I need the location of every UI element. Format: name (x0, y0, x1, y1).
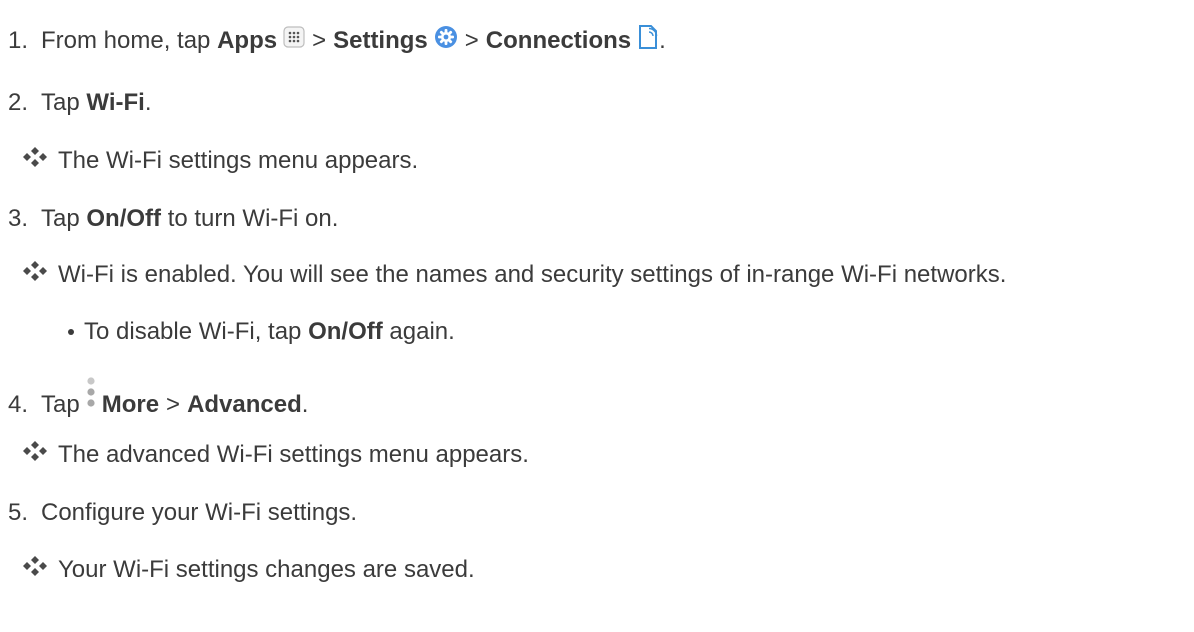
bullet-icon (68, 329, 74, 335)
result-text: Wi-Fi is enabled. You will see the names… (58, 261, 1007, 288)
step-4: 4. Tap More > Advanced . (8, 377, 309, 426)
period: . (659, 27, 666, 54)
on-off-label: On/Off (86, 205, 162, 232)
result-diamond-icon (22, 440, 48, 462)
result-4: Your Wi-Fi settings changes are saved. (22, 555, 475, 585)
more-vertical-dots-icon (86, 376, 96, 418)
result-3: The advanced Wi-Fi settings menu appears… (22, 440, 529, 470)
settings-label: Settings (333, 27, 428, 54)
step-1: 1. From home, tap Apps > Settings > Conn… (8, 23, 666, 59)
step-number: 5. (8, 499, 29, 526)
period: . (301, 391, 309, 418)
step-text: From home, tap (41, 27, 211, 54)
result-diamond-icon (22, 555, 48, 577)
more-label: More (101, 391, 160, 418)
wifi-label: Wi-Fi (86, 89, 145, 116)
step-2: 2. Tap Wi-Fi . (8, 88, 151, 118)
step-5: 5. Configure your Wi-Fi settings. (8, 498, 357, 528)
result-diamond-icon (22, 146, 48, 168)
apps-grid-icon (283, 26, 305, 56)
advanced-label: Advanced (187, 391, 302, 418)
sub-bullet: To disable Wi-Fi, tap On/Off again. (68, 317, 455, 347)
settings-gear-icon (434, 25, 458, 57)
connections-label: Connections (485, 27, 632, 54)
result-text: The Wi-Fi settings menu appears. (58, 147, 419, 174)
separator: > (166, 391, 181, 418)
separator: > (464, 27, 479, 54)
separator: > (312, 27, 327, 54)
result-diamond-icon (22, 260, 48, 282)
connections-icon (637, 23, 659, 59)
step-number: 3. (8, 205, 29, 232)
step-text-post: to turn Wi-Fi on. (167, 205, 339, 232)
step-number: 2. (8, 89, 29, 116)
bullet-text: To disable Wi-Fi, tap (84, 318, 302, 345)
step-text: Tap (41, 89, 80, 116)
result-1: The Wi-Fi settings menu appears. (22, 146, 418, 176)
step-text: Configure your Wi-Fi settings. (41, 499, 358, 526)
result-text: The advanced Wi-Fi settings menu appears… (58, 441, 529, 468)
step-text: Tap (41, 391, 80, 418)
on-off-label: On/Off (308, 318, 383, 345)
result-text: Your Wi-Fi settings changes are saved. (58, 556, 475, 583)
step-number: 1. (8, 27, 29, 54)
period: . (144, 89, 152, 116)
apps-label: Apps (217, 27, 278, 54)
step-text: Tap (41, 205, 80, 232)
step-number: 4. (8, 391, 29, 418)
result-2: Wi-Fi is enabled. You will see the names… (22, 260, 1006, 290)
step-3: 3. Tap On/Off to turn Wi-Fi on. (8, 204, 338, 234)
bullet-text-post: again. (389, 318, 455, 345)
